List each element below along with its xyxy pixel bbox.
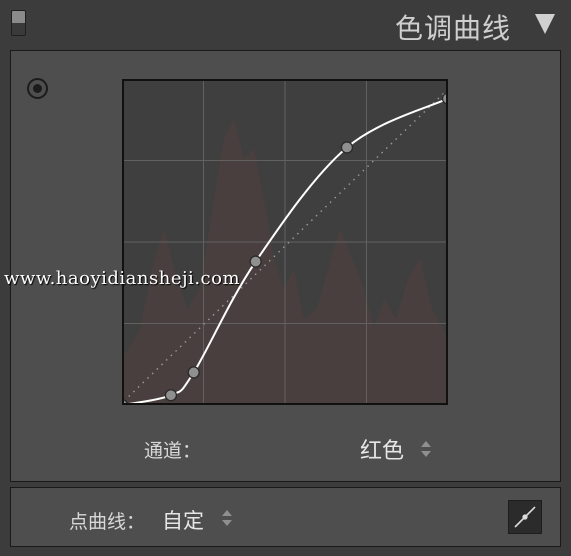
edit-point-curve-icon — [514, 506, 536, 528]
curve-control-point[interactable] — [164, 389, 178, 402]
curve-control-point[interactable] — [340, 141, 354, 154]
curve-control-point[interactable] — [187, 366, 200, 379]
collapse-triangle-icon[interactable] — [535, 14, 555, 34]
targeted-adjustment-icon[interactable] — [27, 78, 48, 99]
curve-graph[interactable] — [122, 79, 448, 405]
point-curve-stepper-icon[interactable] — [222, 510, 232, 526]
point-curve-label: 点曲线： — [69, 511, 146, 533]
panel-header: 色调曲线 — [0, 0, 571, 50]
channel-select[interactable]: 红色 — [360, 433, 404, 465]
channel-label: 通道： — [144, 440, 202, 462]
channel-stepper-icon[interactable] — [421, 441, 431, 457]
curve-control-point[interactable] — [249, 255, 262, 268]
curve-editor[interactable] — [122, 79, 448, 405]
watermark: www.haoyidiansheji.com — [4, 268, 241, 289]
panel-title[interactable]: 色调曲线 — [395, 7, 511, 47]
edit-point-curve-button[interactable] — [508, 500, 542, 534]
point-curve-select[interactable]: 自定 — [162, 505, 204, 535]
panel-toggle-icon[interactable] — [11, 10, 26, 36]
